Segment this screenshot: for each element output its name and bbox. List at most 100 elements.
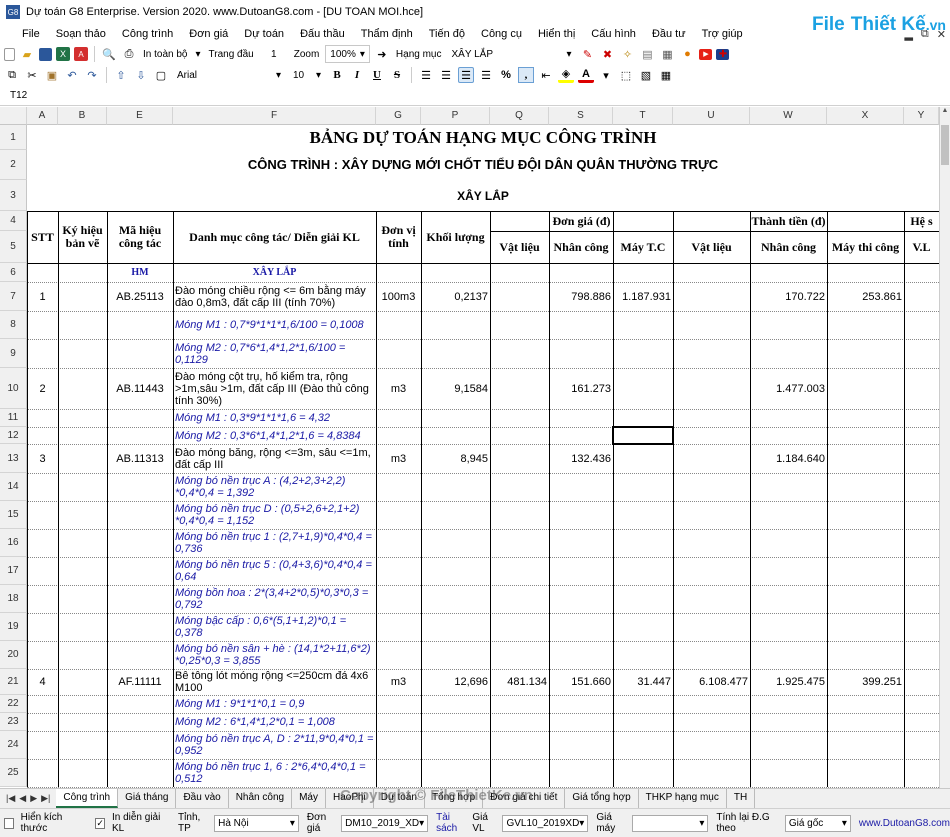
sheet-title[interactable]: BẢNG DỰ TOÁN HẠNG MỤC CÔNG TRÌNH (27, 125, 939, 150)
next-tab-icon[interactable]: ▶ (30, 793, 37, 804)
unit-price-labor-cell[interactable]: 151.660 (549, 669, 613, 695)
description-cell[interactable]: Móng bậc cấp : 0,6*(5,1+1,2)*0,1 = 0,378 (173, 613, 376, 641)
show-kl-checkbox[interactable]: ✓ (95, 817, 105, 829)
unit-price-material-cell[interactable]: 481.134 (490, 669, 549, 695)
header-vat-lieu[interactable]: Vật liệu (490, 231, 549, 263)
tab-gia-tong-hop[interactable]: Giá tổng hợp (565, 789, 639, 808)
dropdown-arrow-icon[interactable]: ▾ (193, 49, 202, 60)
description-cell[interactable]: Móng bó nền trục A : (4,2+2,3+2,2) *0,4*… (173, 473, 376, 501)
dropdown-arrow-icon[interactable]: ▾ (598, 67, 614, 83)
description-cell[interactable]: Móng M1 : 9*1*1*0,1 = 0,9 (173, 695, 376, 713)
print-preview-icon[interactable]: 🔍 (101, 46, 117, 62)
menu-tro-giup[interactable]: Trợ giúp (694, 24, 751, 44)
menu-tien-do[interactable]: Tiến độ (421, 24, 473, 44)
scroll-thumb[interactable] (941, 125, 949, 165)
open-folder-icon[interactable]: ▰ (19, 46, 35, 62)
name-box[interactable]: T12 (0, 90, 60, 101)
menu-cong-cu[interactable]: Công cụ (473, 24, 530, 44)
quantity-cell[interactable]: 9,1584 (421, 368, 490, 409)
font-color-icon[interactable]: A (578, 67, 594, 83)
page-input[interactable]: 1 (260, 49, 288, 60)
align-right-icon[interactable]: ☰ (458, 67, 474, 83)
description-cell[interactable]: Móng bó nền trục 5 : (0,4+3,6)*0,4*0,4 =… (173, 557, 376, 585)
move-up-icon[interactable]: ⇧ (113, 67, 129, 83)
header-he-so[interactable]: Hệ s (904, 211, 939, 231)
tab-may[interactable]: Máy (292, 789, 326, 808)
description-cell[interactable]: Móng bó nền sân + hè : (14,1*2+11,6*2) *… (173, 641, 376, 669)
ma-hieu-cell[interactable]: AB.11443 (107, 368, 173, 409)
header-nhan-cong-2[interactable]: Nhân công (750, 231, 827, 263)
decrease-decimal-icon[interactable]: ⇤ (538, 67, 554, 83)
description-cell[interactable]: Móng M2 : 0,7*6*1,4*1,2*1,6/100 = 0,1129 (173, 339, 376, 368)
last-tab-icon[interactable]: ▶| (41, 793, 50, 804)
header-khoi-luong[interactable]: Khối lượng (421, 211, 490, 263)
dongia-select[interactable]: DM10_2019_XD ▾ (341, 814, 429, 832)
total-machine-cell[interactable]: 253.861 (827, 282, 904, 311)
document-icon[interactable]: ▤ (639, 46, 655, 62)
grid-icon[interactable]: ▦ (658, 67, 674, 83)
unit-cell[interactable]: m3 (376, 444, 421, 473)
ma-hieu-cell[interactable]: AB.11313 (107, 444, 173, 473)
redo-icon[interactable]: ↷ (84, 67, 100, 83)
font-size-select[interactable]: 10 ▾ (289, 66, 325, 84)
quantity-cell[interactable]: 12,696 (421, 669, 490, 695)
underline-button[interactable]: U (369, 67, 385, 83)
menu-cau-hinh[interactable]: Cấu hình (583, 24, 644, 44)
tab-nhan-cong[interactable]: Nhân công (229, 789, 293, 808)
unit-price-machine-cell[interactable]: 31.447 (613, 669, 673, 695)
user-icon[interactable]: ● (679, 46, 695, 62)
menu-soan-thao[interactable]: Soạn thảo (48, 24, 114, 44)
tab-cong-trinh[interactable]: Công trình (56, 789, 119, 808)
show-size-checkbox[interactable] (4, 817, 14, 829)
restore-button[interactable]: ⧉ (921, 28, 929, 41)
tab-dau-vao[interactable]: Đầu vào (176, 789, 229, 808)
header-ma-hieu[interactable]: Mã hiệu công tác (107, 211, 173, 263)
merge-icon[interactable]: ⬚ (618, 67, 634, 83)
excel-icon[interactable]: X (56, 47, 70, 61)
giamay-select[interactable]: ▾ (632, 814, 709, 832)
wrap-icon[interactable]: ▧ (638, 67, 654, 83)
print-scope-label[interactable]: In toàn bộ (141, 49, 189, 60)
description-cell[interactable]: Móng bó nền trục A, D : 2*11,9*0,4*0,1 =… (173, 731, 376, 759)
menu-dau-tu[interactable]: Đầu tư (644, 24, 694, 44)
selected-cell-t12[interactable] (612, 426, 674, 445)
scroll-up-icon[interactable]: ▲ (940, 107, 950, 119)
menu-cong-trinh[interactable]: Công trình (114, 24, 181, 44)
header-danh-muc[interactable]: Danh mục công tác/ Diễn giải KL (173, 211, 376, 263)
justify-icon[interactable]: ☰ (478, 67, 494, 83)
move-down-icon[interactable]: ⇩ (133, 67, 149, 83)
description-cell[interactable]: Đào móng băng, rộng <=3m, sâu <=1m, đất … (173, 444, 376, 473)
description-cell[interactable]: Móng M2 : 0,3*6*1,4*1,2*1,6 = 4,8384 (173, 427, 376, 444)
pdf-icon[interactable]: A (74, 47, 88, 61)
comma-button[interactable]: , (518, 67, 534, 83)
description-cell[interactable]: Móng bồn hoa : 2*(3,4+2*0,5)*0,3*0,3 = 0… (173, 585, 376, 613)
unit-price-labor-cell[interactable]: 798.886 (549, 282, 613, 311)
header-vat-lieu-2[interactable]: Vật liệu (673, 231, 750, 263)
tab-thkp-hang-muc[interactable]: THKP hạng mục (639, 789, 727, 808)
ma-hieu-cell[interactable]: AF.11111 (107, 669, 173, 695)
magic-icon[interactable]: ✧ (619, 46, 635, 62)
vertical-scrollbar[interactable]: ▲ (939, 107, 950, 788)
menu-don-gia[interactable]: Đơn giá (181, 24, 236, 44)
total-labor-cell[interactable]: 1.925.475 (750, 669, 827, 695)
description-cell[interactable]: Móng M1 : 0,7*9*1*1*1,6/100 = 0,1008 (173, 311, 376, 339)
menu-dau-thau[interactable]: Đấu thầu (292, 24, 353, 44)
province-select[interactable]: Hà Nội ▾ (214, 814, 299, 832)
header-may-tc[interactable]: Máy T.C (613, 231, 673, 263)
header-don-vi[interactable]: Đơn vị tính (376, 211, 421, 263)
description-cell[interactable]: Móng bó nền trục 1, 6 : 2*6,4*0,4*0,1 = … (173, 759, 376, 787)
stt-cell[interactable]: 1 (27, 282, 58, 311)
prev-tab-icon[interactable]: ◀ (19, 793, 26, 804)
calculator-icon[interactable]: ▦ (659, 46, 675, 62)
new-file-icon[interactable] (4, 47, 15, 61)
header-nhan-cong[interactable]: Nhân công (549, 231, 613, 263)
align-center-icon[interactable]: ☰ (438, 67, 454, 83)
tab-gia-thang[interactable]: Giá tháng (118, 789, 177, 808)
fill-color-icon[interactable]: ◈ (558, 67, 574, 83)
header-may-thi-cong[interactable]: Máy thi công (827, 231, 904, 263)
bold-button[interactable]: B (329, 67, 345, 83)
description-cell[interactable]: Đào móng cột trụ, hố kiểm tra, rộng >1m,… (173, 368, 376, 409)
hm-code[interactable]: HM (107, 263, 173, 282)
description-cell[interactable]: Đào móng chiều rộng <= 6m bằng máy đào 0… (173, 282, 376, 311)
header-ky-hieu[interactable]: Ký hiệu bản vẽ (58, 211, 107, 263)
